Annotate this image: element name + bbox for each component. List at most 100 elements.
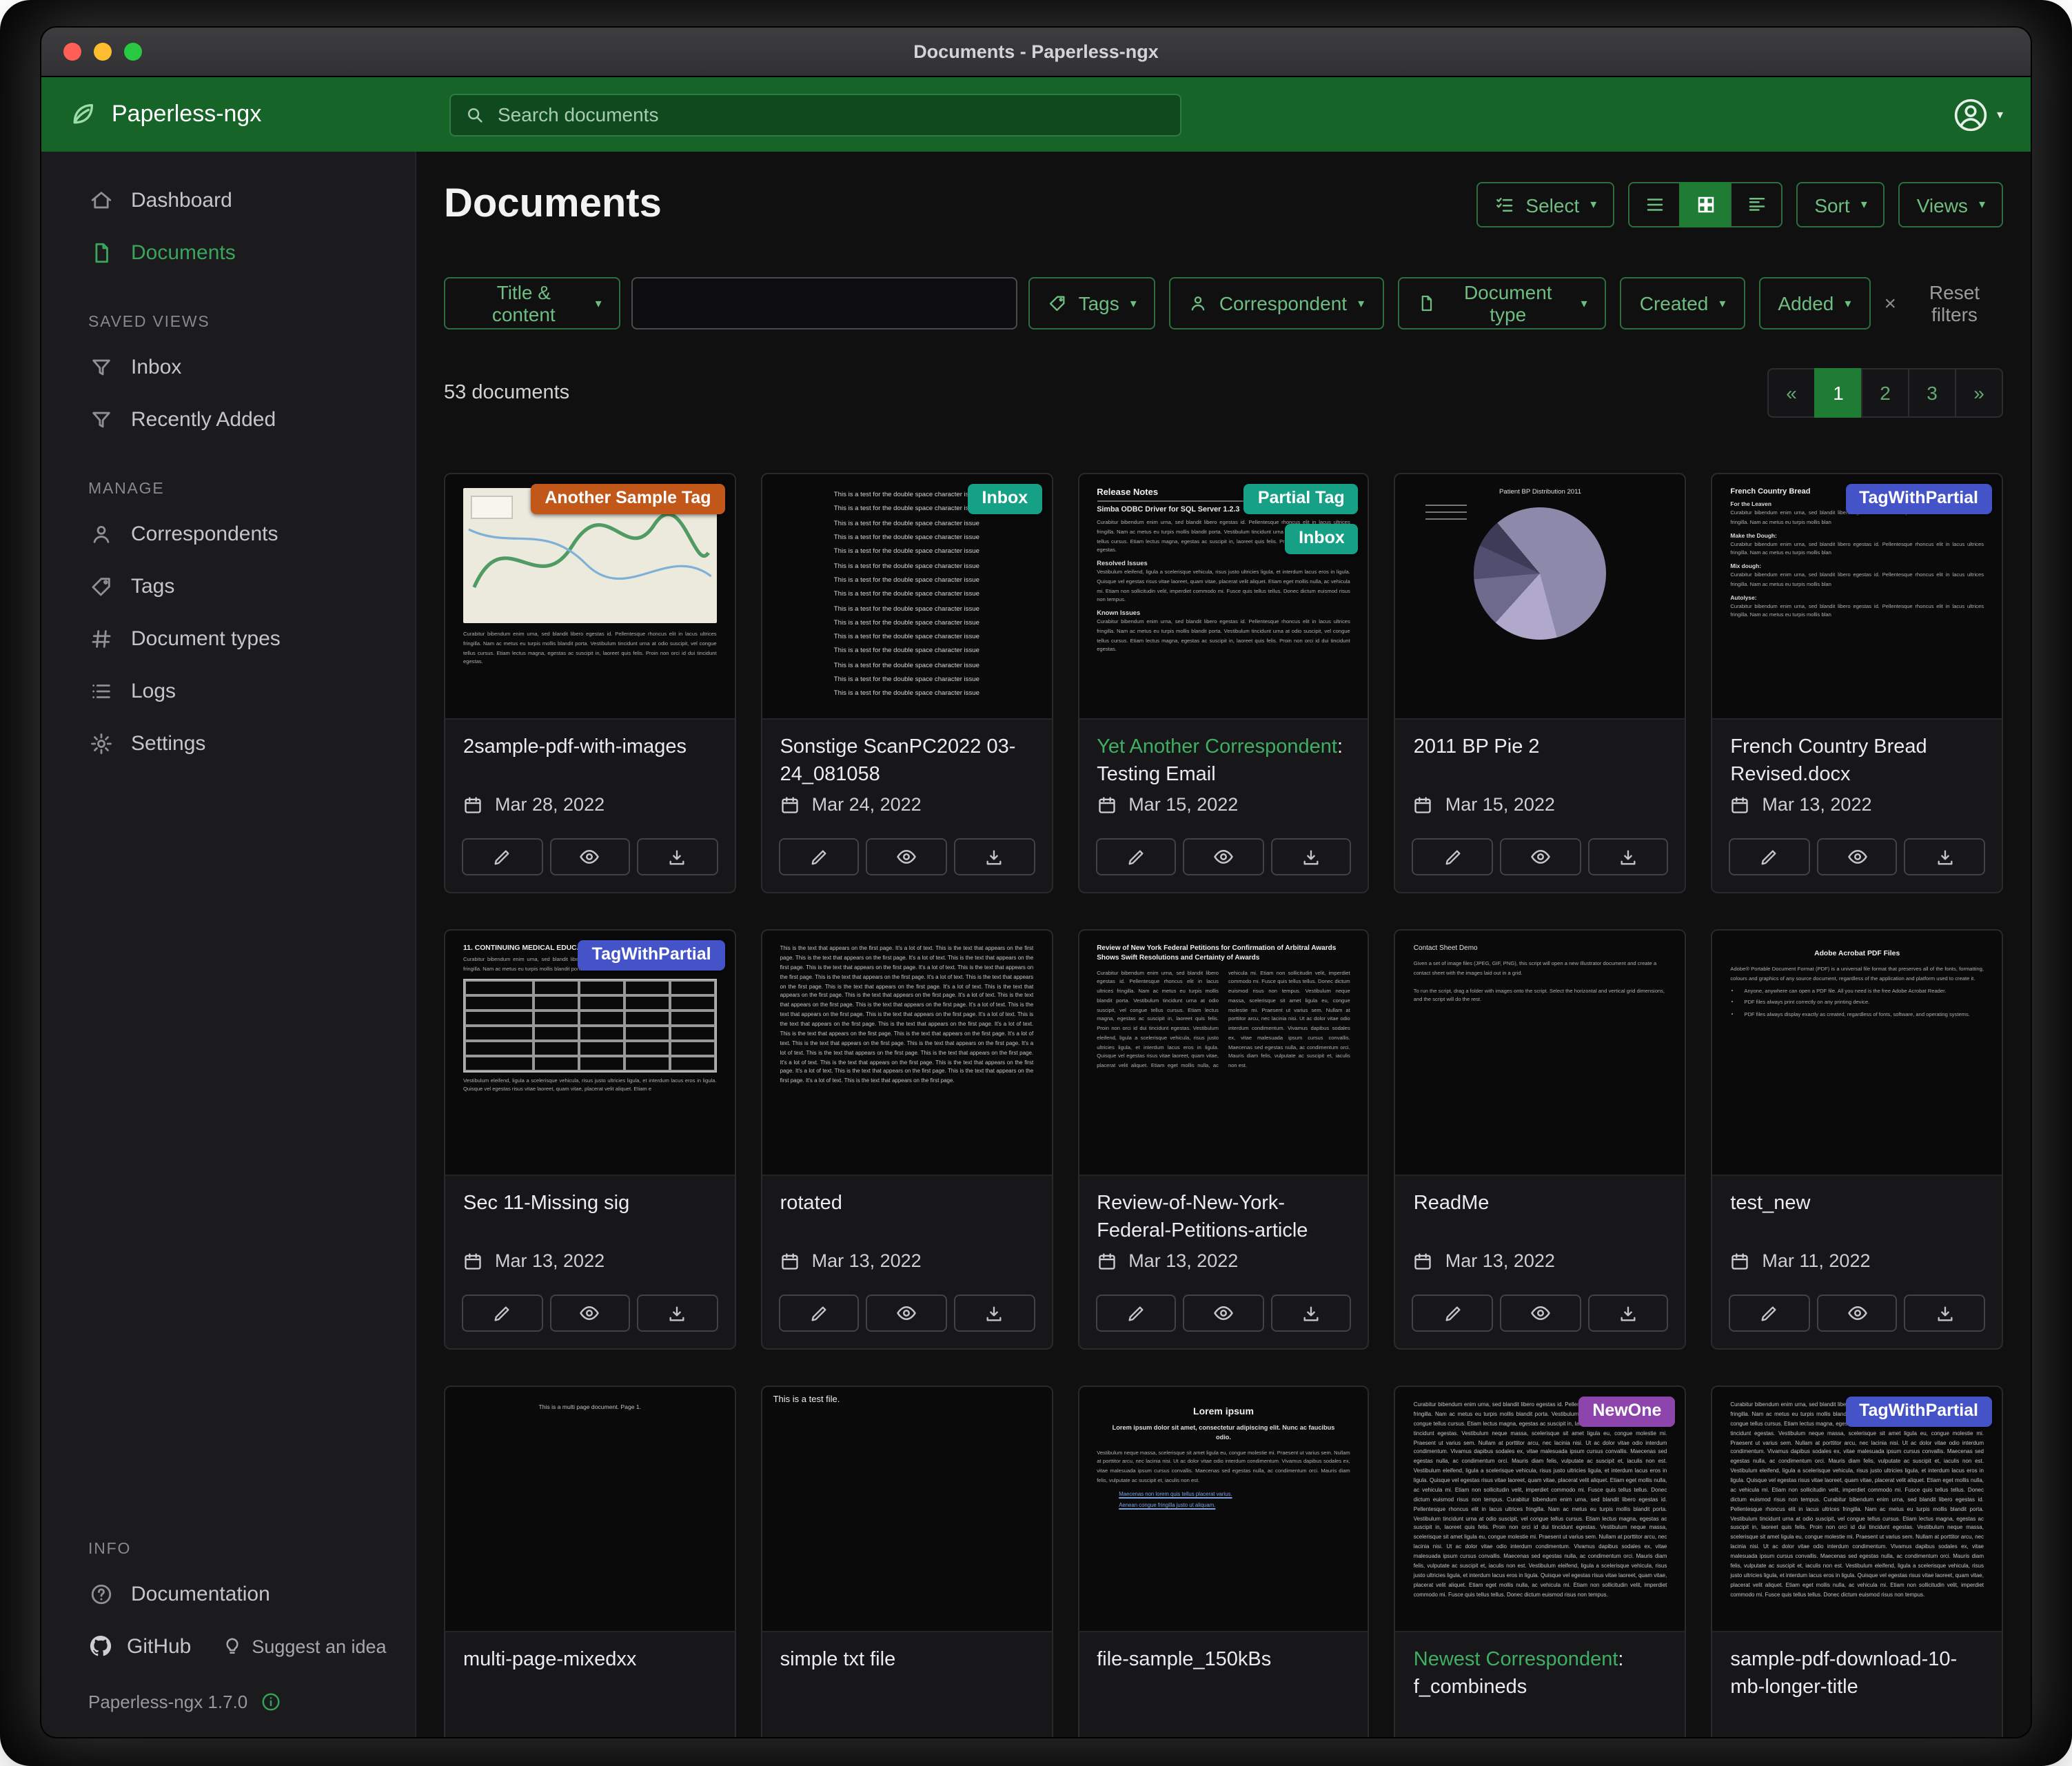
document-title[interactable]: French Country Bread Revised.docx (1730, 733, 1984, 789)
sidebar-item-inbox[interactable]: Inbox (88, 341, 396, 393)
edit-document-button[interactable] (1095, 838, 1176, 875)
edit-document-button[interactable] (779, 838, 860, 875)
view-document-button[interactable] (1183, 838, 1263, 875)
document-title[interactable]: simple txt file (780, 1646, 1034, 1674)
view-document-button[interactable] (866, 1295, 947, 1332)
info-circle-icon[interactable] (260, 1692, 281, 1712)
list-view-button[interactable] (1628, 182, 1680, 227)
sidebar-item-tags[interactable]: Tags (88, 560, 396, 612)
download-document-button[interactable] (1905, 1295, 1985, 1332)
document-thumbnail[interactable]: Curabitur bibendum enim urna, sed blandi… (1396, 1387, 1685, 1632)
views-button[interactable]: Views ▾ (1899, 182, 2003, 227)
document-title[interactable]: Yet Another Correspondent: Testing Email (1097, 733, 1350, 789)
global-search[interactable] (449, 93, 1181, 136)
edit-document-button[interactable] (1729, 1295, 1809, 1332)
document-title[interactable]: multi-page-mixedxx (463, 1646, 717, 1674)
view-document-button[interactable] (1183, 1295, 1263, 1332)
document-thumbnail[interactable]: Curabitur bibendum enim urna, sed blandi… (1712, 1387, 2002, 1632)
edit-document-button[interactable] (462, 1295, 542, 1332)
minimize-window-button[interactable] (94, 43, 112, 61)
tags-filter-button[interactable]: Tags ▾ (1029, 277, 1156, 329)
view-document-button[interactable] (549, 838, 630, 875)
document-thumbnail[interactable]: This is a test file. (762, 1387, 1052, 1632)
pagination-page-1[interactable]: 1 (1814, 368, 1862, 418)
document-thumbnail[interactable]: Contact Sheet DemoGiven a set of image f… (1396, 931, 1685, 1176)
document-thumbnail[interactable]: Lorem ipsumLorem ipsum dolor sit amet, c… (1079, 1387, 1368, 1632)
app-brand[interactable]: Paperless-ngx (69, 101, 444, 128)
sidebar-item-documentation[interactable]: Documentation (88, 1567, 396, 1620)
detail-view-button[interactable] (1730, 182, 1782, 227)
sidebar-item-dashboard[interactable]: Dashboard (88, 174, 396, 226)
download-document-button[interactable] (1905, 838, 1985, 875)
document-thumbnail[interactable]: French Country BreadFor the LeavenCurabi… (1712, 474, 2002, 720)
tag-badge[interactable]: Inbox (1285, 524, 1359, 554)
suggest-idea-link[interactable]: Suggest an idea (221, 1636, 386, 1656)
title-content-filter-input[interactable] (632, 277, 1018, 329)
download-document-button[interactable] (637, 838, 718, 875)
document-thumbnail[interactable]: This is the text that appears on the fir… (762, 931, 1052, 1176)
sidebar-item-correspondents[interactable]: Correspondents (88, 507, 396, 560)
document-thumbnail[interactable]: This is a multi page document. Page 1. (445, 1387, 735, 1632)
added-filter-button[interactable]: Added ▾ (1758, 277, 1870, 329)
document-thumbnail[interactable]: Patient BP Distribution 2011 (1396, 474, 1685, 720)
edit-document-button[interactable] (462, 838, 542, 875)
download-document-button[interactable] (1271, 1295, 1352, 1332)
sidebar-item-document-types[interactable]: Document types (88, 612, 396, 664)
view-document-button[interactable] (1500, 1295, 1581, 1332)
document-thumbnail[interactable]: This is a test for the double space char… (762, 474, 1052, 720)
tag-badge[interactable]: Inbox (968, 484, 1042, 514)
document-title[interactable]: Sonstige ScanPC2022 03-24_081058 (780, 733, 1034, 789)
document-title[interactable]: Newest Correspondent: f_combineds (1414, 1646, 1667, 1701)
document-title[interactable]: sample-pdf-download-10-mb-longer-title (1730, 1646, 1984, 1701)
view-document-button[interactable] (1500, 838, 1581, 875)
user-menu[interactable]: ▾ (1953, 96, 2003, 133)
created-filter-button[interactable]: Created ▾ (1621, 277, 1745, 329)
download-document-button[interactable] (637, 1295, 718, 1332)
download-document-button[interactable] (1587, 838, 1668, 875)
github-link[interactable]: GitHub (88, 1634, 191, 1658)
document-correspondent[interactable]: Yet Another Correspondent (1097, 736, 1337, 758)
tag-badge[interactable]: Partial Tag (1244, 484, 1359, 514)
document-title[interactable]: Review-of-New-York-Federal-Petitions-art… (1097, 1190, 1350, 1245)
tag-badge[interactable]: TagWithPartial (1845, 484, 1992, 514)
document-thumbnail[interactable]: 11. CONTINUING MEDICAL EDUCACurabitur bi… (445, 931, 735, 1176)
view-document-button[interactable] (1817, 1295, 1898, 1332)
edit-document-button[interactable] (779, 1295, 860, 1332)
document-correspondent[interactable]: Newest Correspondent (1414, 1649, 1618, 1671)
document-thumbnail[interactable]: Review of New York Federal Petitions for… (1079, 931, 1368, 1176)
document-thumbnail[interactable]: Curabitur bibendum enim urna, sed blandi… (445, 474, 735, 720)
grid-view-button[interactable] (1679, 182, 1731, 227)
sidebar-item-recently-added[interactable]: Recently Added (88, 393, 396, 445)
download-document-button[interactable] (1271, 838, 1352, 875)
pagination-prev-button[interactable]: « (1767, 368, 1816, 418)
document-title[interactable]: rotated (780, 1190, 1034, 1217)
zoom-window-button[interactable] (124, 43, 142, 61)
document-type-filter-button[interactable]: Document type ▾ (1397, 277, 1607, 329)
view-document-button[interactable] (1817, 838, 1898, 875)
tag-badge[interactable]: TagWithPartial (1845, 1397, 1992, 1427)
download-document-button[interactable] (954, 838, 1035, 875)
sidebar-item-settings[interactable]: Settings (88, 717, 396, 769)
tag-badge[interactable]: NewOne (1578, 1397, 1675, 1427)
pagination-page-3[interactable]: 3 (1908, 368, 1956, 418)
close-window-button[interactable] (63, 43, 81, 61)
download-document-button[interactable] (1587, 1295, 1668, 1332)
sort-button[interactable]: Sort ▾ (1796, 182, 1885, 227)
document-title[interactable]: ReadMe (1414, 1190, 1667, 1217)
edit-document-button[interactable] (1412, 1295, 1493, 1332)
document-title[interactable]: file-sample_150kBs (1097, 1646, 1350, 1674)
sidebar-item-documents[interactable]: Documents (88, 226, 396, 278)
view-document-button[interactable] (549, 1295, 630, 1332)
sidebar-item-logs[interactable]: Logs (88, 664, 396, 717)
correspondent-filter-button[interactable]: Correspondent ▾ (1170, 277, 1383, 329)
document-title[interactable]: test_new (1730, 1190, 1984, 1217)
document-title[interactable]: 2011 BP Pie 2 (1414, 733, 1667, 761)
edit-document-button[interactable] (1729, 838, 1809, 875)
view-document-button[interactable] (866, 838, 947, 875)
title-content-filter-button[interactable]: Title & content ▾ (444, 277, 621, 329)
pagination-next-button[interactable]: » (1955, 368, 2003, 418)
tag-badge[interactable]: Another Sample Tag (531, 484, 724, 514)
document-title[interactable]: Sec 11-Missing sig (463, 1190, 717, 1217)
download-document-button[interactable] (954, 1295, 1035, 1332)
document-thumbnail[interactable]: Release NotesSimba ODBC Driver for SQL S… (1079, 474, 1368, 720)
